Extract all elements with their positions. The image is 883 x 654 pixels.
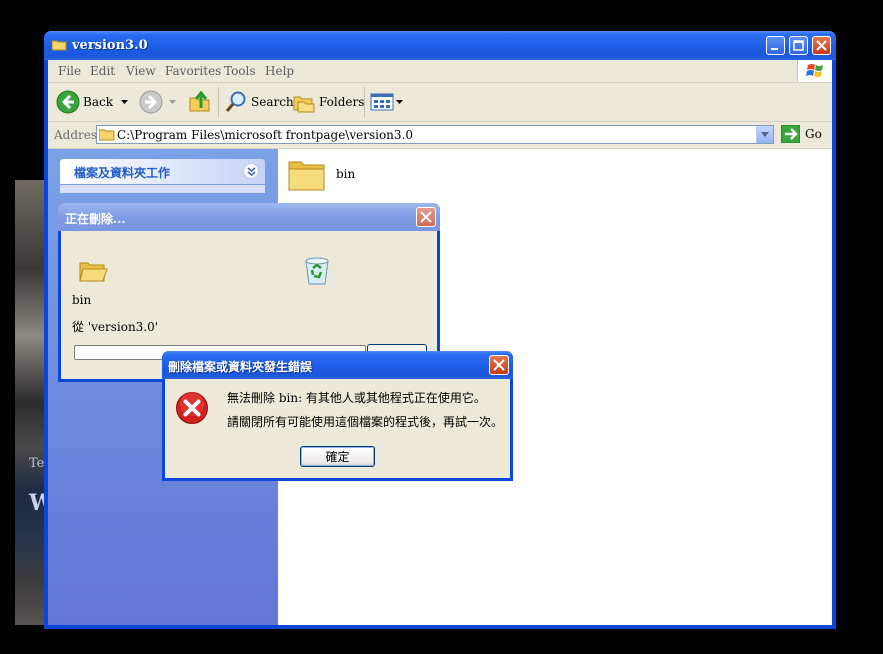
folders-icon <box>293 96 315 113</box>
error-icon <box>176 392 208 424</box>
double-chevron-icon <box>247 167 256 176</box>
task-pane-header[interactable]: 檔案及資料夾工作 <box>60 159 265 184</box>
menu-edit[interactable]: Edit <box>90 64 115 78</box>
back-label: Back <box>83 95 113 109</box>
forward-arrow-icon <box>139 90 163 114</box>
folder-icon <box>99 129 115 141</box>
search-label: Search <box>251 95 294 109</box>
maximize-icon <box>793 40 804 51</box>
file-item-label: bin <box>336 167 356 181</box>
views-button[interactable] <box>370 88 403 116</box>
chevron-down-icon <box>761 132 769 137</box>
search-icon <box>225 91 246 112</box>
chevron-down-icon[interactable] <box>169 100 176 104</box>
task-pane-body <box>60 185 265 193</box>
menu-bar: File Edit View Favorites Tools Help <box>48 60 832 83</box>
deleting-file-name: bin <box>72 293 92 307</box>
task-pane-title: 檔案及資料夾工作 <box>74 166 171 180</box>
folder-up-icon <box>189 90 210 112</box>
forward-button[interactable] <box>139 88 176 116</box>
background-image: Te W <box>15 180 54 625</box>
ok-button[interactable]: 確定 <box>300 446 375 467</box>
deleting-dialog-title: 正在刪除... <box>65 212 126 226</box>
flying-folder-icon <box>79 262 108 282</box>
chevron-down-icon[interactable] <box>396 100 403 104</box>
error-dialog-body: 無法刪除 bin: 有其他人或其他程式正在使用它。 請關閉所有可能使用這個檔案的… <box>165 379 510 478</box>
folder-icon <box>288 161 325 191</box>
deleting-from-text: 從 'version3.0' <box>72 320 159 334</box>
menu-file[interactable]: File <box>58 64 81 78</box>
menu-favorites[interactable]: Favorites <box>165 64 221 78</box>
up-button[interactable] <box>188 88 212 116</box>
menu-view[interactable]: View <box>126 64 156 78</box>
deleting-dialog-close-button[interactable] <box>416 207 436 227</box>
folders-button[interactable]: Folders <box>292 88 364 116</box>
back-arrow-icon <box>56 90 80 114</box>
close-button[interactable] <box>812 36 831 55</box>
error-message-line2: 請關閉所有可能使用這個檔案的程式後，再試一次。 <box>227 415 504 429</box>
file-item[interactable]: bin <box>288 157 355 191</box>
address-dropdown-button[interactable] <box>756 126 773 143</box>
error-message-line1: 無法刪除 bin: 有其他人或其他程式正在使用它。 <box>227 391 486 405</box>
back-button[interactable]: Back <box>56 88 128 116</box>
chevron-down-icon[interactable] <box>120 100 128 104</box>
recycle-bin-icon <box>305 257 329 285</box>
standard-toolbar: Back Search Folders <box>48 83 832 122</box>
background-text-a: Te <box>29 456 45 471</box>
menu-tools[interactable]: Tools <box>224 64 256 78</box>
deleting-dialog-title-bar[interactable]: 正在刪除... <box>58 203 440 231</box>
error-dialog-title: 刪除檔案或資料夾發生錯誤 <box>168 360 313 374</box>
address-bar: Address C:\Program Files\microsoft front… <box>48 122 832 149</box>
minimize-icon <box>771 48 778 50</box>
menu-help[interactable]: Help <box>265 64 294 78</box>
go-label: Go <box>805 127 822 141</box>
close-icon <box>420 211 432 223</box>
error-dialog-title-bar[interactable]: 刪除檔案或資料夾發生錯誤 <box>162 351 513 379</box>
address-input[interactable]: C:\Program Files\microsoft frontpage\ver… <box>96 125 774 144</box>
windows-logo <box>797 60 832 82</box>
close-icon <box>493 359 505 371</box>
windows-flag-icon <box>806 64 823 77</box>
toolbar-separator <box>364 87 365 117</box>
folder-icon <box>52 40 67 51</box>
minimize-button[interactable] <box>766 36 785 55</box>
window-title: version3.0 <box>72 38 148 53</box>
views-icon <box>370 93 394 111</box>
go-arrow-icon <box>781 125 800 143</box>
collapse-button[interactable] <box>243 163 259 179</box>
toolbar-separator <box>218 87 219 117</box>
address-value: C:\Program Files\microsoft frontpage\ver… <box>117 128 413 142</box>
error-dialog-close-button[interactable] <box>489 355 509 375</box>
go-button[interactable]: Go <box>781 125 822 143</box>
search-button[interactable]: Search <box>224 88 294 116</box>
folders-label: Folders <box>319 95 365 109</box>
close-icon <box>816 40 827 51</box>
maximize-button[interactable] <box>789 36 808 55</box>
error-dialog: 刪除檔案或資料夾發生錯誤 無法刪除 bin: 有其他人或其他程式正在使用它。 請… <box>162 351 513 481</box>
title-bar[interactable]: version3.0 <box>44 31 836 60</box>
